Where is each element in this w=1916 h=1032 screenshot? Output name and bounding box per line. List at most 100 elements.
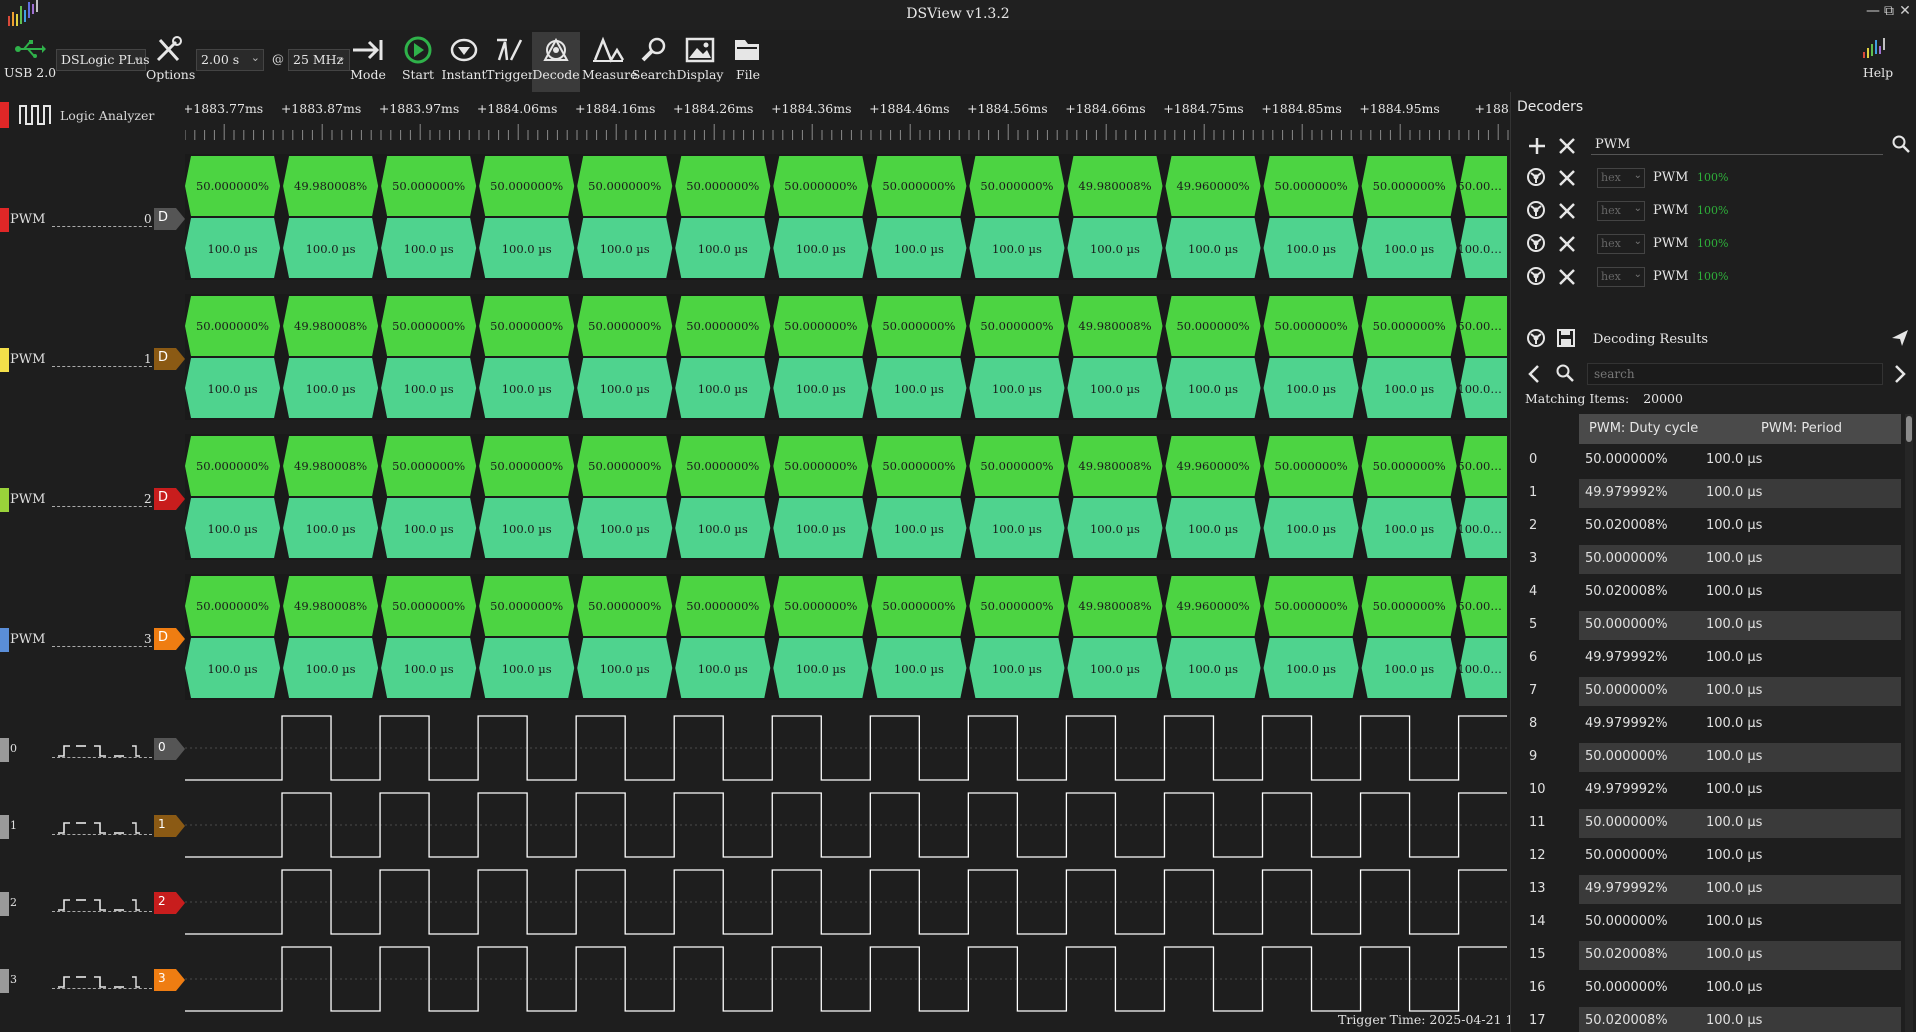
period-value: 100.0 µs xyxy=(1188,522,1238,536)
prev-result-button[interactable] xyxy=(1523,362,1547,386)
toolbar-button-display[interactable]: Display xyxy=(676,32,724,92)
toolbar-button-trigger[interactable]: Trigger xyxy=(486,32,534,92)
results-scrollbar[interactable] xyxy=(1905,414,1913,1032)
close-button[interactable]: ✕ xyxy=(1896,3,1914,19)
results-search-input[interactable]: search xyxy=(1587,363,1883,385)
row-index: 1 xyxy=(1529,485,1538,500)
period-value: 100.0 µs xyxy=(502,382,552,396)
remove-decoder-button[interactable] xyxy=(1555,166,1579,190)
result-row[interactable]: 2 50.020008% 100.0 µs xyxy=(1511,510,1903,543)
decoder-row[interactable]: hex ⌄ PWM 100% xyxy=(1511,262,1916,292)
channel-index: 2 xyxy=(10,896,17,909)
decoder-settings-button[interactable] xyxy=(1525,166,1549,190)
sample-rate-select[interactable]: 25 MHz ⌄ xyxy=(288,49,350,71)
sample-time-select[interactable]: 2.00 s ⌄ xyxy=(196,49,264,71)
save-results-button[interactable] xyxy=(1555,327,1579,351)
decoder-tag[interactable]: D xyxy=(154,628,186,650)
decoder-tag[interactable]: D xyxy=(154,348,186,370)
column-period[interactable]: PWM: Period xyxy=(1761,421,1842,436)
ruler-tick-label: +1884.95ms xyxy=(1359,101,1439,116)
results-search-button[interactable] xyxy=(1555,363,1579,387)
chevron-right-icon xyxy=(1895,365,1906,383)
display-icon xyxy=(685,37,715,63)
result-row[interactable]: 1 49.979992% 100.0 µs xyxy=(1511,477,1903,510)
channel-tag[interactable]: 1 xyxy=(154,815,186,837)
format-select[interactable]: hex ⌄ xyxy=(1597,201,1645,221)
result-row[interactable]: 5 50.000000% 100.0 µs xyxy=(1511,609,1903,642)
result-row[interactable]: 3 50.000000% 100.0 µs xyxy=(1511,543,1903,576)
result-row[interactable]: 11 50.000000% 100.0 µs xyxy=(1511,807,1903,840)
toolbar-button-instant[interactable]: Instant xyxy=(440,32,488,92)
device-select[interactable]: DSLogic PLus ⌄ xyxy=(56,49,150,71)
period-value: 100.0 µs xyxy=(1286,662,1336,676)
result-row[interactable]: 7 50.000000% 100.0 µs xyxy=(1511,675,1903,708)
result-row[interactable]: 8 49.979992% 100.0 µs xyxy=(1511,708,1903,741)
next-result-button[interactable] xyxy=(1889,362,1913,386)
toolbar-button-mode[interactable]: Mode xyxy=(344,32,392,92)
channel-tag[interactable]: 0 xyxy=(154,738,186,760)
scrollbar-thumb[interactable] xyxy=(1906,416,1912,442)
channel-divider xyxy=(52,226,152,227)
result-row[interactable]: 0 50.000000% 100.0 µs xyxy=(1511,444,1903,477)
result-row[interactable]: 10 49.979992% 100.0 µs xyxy=(1511,774,1903,807)
remove-decoder-button[interactable] xyxy=(1555,265,1579,289)
remove-decoder-button[interactable] xyxy=(1555,232,1579,256)
remove-all-decoders-button[interactable] xyxy=(1555,134,1579,158)
logic-channel-label[interactable]: 11 xyxy=(0,815,190,839)
toolbar-button-file[interactable]: File xyxy=(724,32,772,92)
result-row[interactable]: 12 50.000000% 100.0 µs xyxy=(1511,840,1903,873)
result-row[interactable]: 15 50.020008% 100.0 µs xyxy=(1511,939,1903,972)
decoder-search-button[interactable] xyxy=(1891,134,1915,158)
results-settings-button[interactable] xyxy=(1525,327,1549,351)
decoder-row[interactable]: hex ⌄ PWM 100% xyxy=(1511,196,1916,226)
toolbar-button-measure[interactable]: Measure xyxy=(582,32,638,92)
toolbar-label: Mode xyxy=(350,67,386,82)
result-row[interactable]: 6 49.979992% 100.0 µs xyxy=(1511,642,1903,675)
period-value: 100.0 µs xyxy=(502,662,552,676)
decoder-row[interactable]: hex ⌄ PWM 100% xyxy=(1511,163,1916,193)
duty-cycle-value: 50.000000% xyxy=(882,459,955,473)
trigger-icon xyxy=(497,38,523,61)
remove-decoder-button[interactable] xyxy=(1555,199,1579,223)
channel-divider xyxy=(52,988,152,989)
decoder-channel-label[interactable]: PWM 2 D xyxy=(0,488,190,512)
toolbar-button-decode[interactable]: Decode xyxy=(532,32,580,92)
logic-channel-label[interactable]: 33 xyxy=(0,969,190,993)
channel-tag[interactable]: 2 xyxy=(154,892,186,914)
result-row[interactable]: 9 50.000000% 100.0 µs xyxy=(1511,741,1903,774)
decoder-channel-label[interactable]: PWM 0 D xyxy=(0,208,190,232)
decoder-tag[interactable]: D xyxy=(154,488,186,510)
result-row[interactable]: 13 49.979992% 100.0 µs xyxy=(1511,873,1903,906)
decoder-channel-label[interactable]: PWM 3 D xyxy=(0,628,190,652)
help-button[interactable]: Help xyxy=(1856,32,1900,92)
decoder-settings-button[interactable] xyxy=(1525,232,1549,256)
add-decoder-button[interactable] xyxy=(1525,134,1549,158)
decoder-settings-button[interactable] xyxy=(1525,199,1549,223)
decoder-gear-icon xyxy=(1527,201,1545,219)
column-duty-cycle[interactable]: PWM: Duty cycle xyxy=(1589,421,1698,436)
decoder-filter-input[interactable]: PWM xyxy=(1591,135,1883,155)
period-value: 100.0 µs xyxy=(208,662,258,676)
result-row[interactable]: 14 50.000000% 100.0 µs xyxy=(1511,906,1903,939)
decoder-row[interactable]: hex ⌄ PWM 100% xyxy=(1511,229,1916,259)
result-row[interactable]: 16 50.000000% 100.0 µs xyxy=(1511,972,1903,1005)
decoder-channel-label[interactable]: PWM 1 D xyxy=(0,348,190,372)
waveform-view[interactable]: 50.000000% 49.980008% 50.000000% 50.000000%… xyxy=(185,152,1507,1012)
format-select[interactable]: hex ⌄ xyxy=(1597,234,1645,254)
format-select[interactable]: hex ⌄ xyxy=(1597,168,1645,188)
duty-cycle-value: 50.00… xyxy=(1457,459,1501,473)
period-value: 100.0 µs xyxy=(1286,522,1336,536)
result-row[interactable]: 17 50.020008% 100.0 µs xyxy=(1511,1005,1903,1032)
channel-tag[interactable]: 3 xyxy=(154,969,186,991)
goto-button[interactable] xyxy=(1889,327,1913,351)
format-select[interactable]: hex ⌄ xyxy=(1597,267,1645,287)
result-row[interactable]: 4 50.020008% 100.0 µs xyxy=(1511,576,1903,609)
time-ruler[interactable]: +1883.77ms +1883.87ms +1883.97ms +1884.06ms… xyxy=(176,96,1521,152)
logic-channel-label[interactable]: 00 xyxy=(0,738,190,762)
toolbar-button-start[interactable]: Start xyxy=(394,32,442,92)
logic-channel-label[interactable]: 22 xyxy=(0,892,190,916)
decoder-settings-button[interactable] xyxy=(1525,265,1549,289)
toolbar-button-search[interactable]: Search xyxy=(630,32,678,92)
options-button[interactable]: Options xyxy=(146,32,195,92)
decoder-tag[interactable]: D xyxy=(154,208,186,230)
